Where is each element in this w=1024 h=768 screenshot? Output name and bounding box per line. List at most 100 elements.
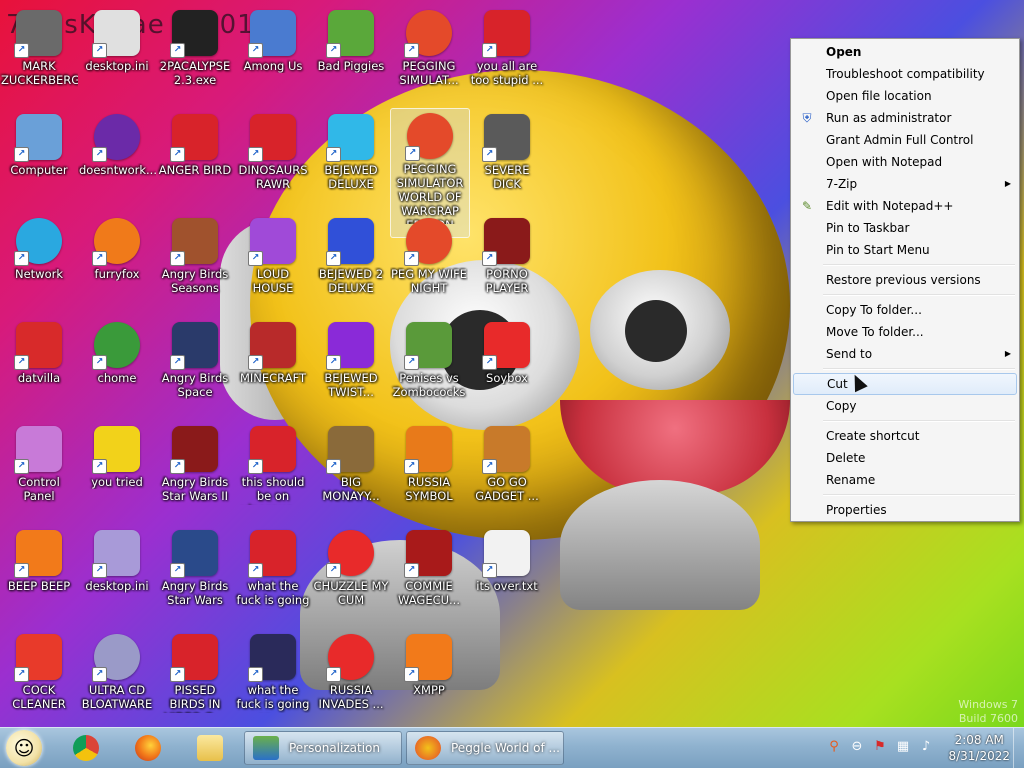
desktop-icon[interactable]: ↗ chome bbox=[78, 318, 156, 418]
menu-item-cut[interactable]: Cut bbox=[793, 373, 1017, 395]
menu-item-open-with-notepad[interactable]: Open with Notepad bbox=[793, 151, 1017, 173]
menu-item-grant-admin-full-control[interactable]: Grant Admin Full Control bbox=[793, 129, 1017, 151]
desktop-icon[interactable]: ↗ RUSSIA INVADES ... bbox=[312, 630, 390, 730]
menu-item-create-shortcut[interactable]: Create shortcut bbox=[793, 425, 1017, 447]
shortcut-arrow-icon: ↗ bbox=[14, 667, 29, 682]
desktop-icon-label: LOUD HOUSE bbox=[252, 267, 294, 295]
desktop-icon-label: MARK ZUCKERBERG bbox=[1, 59, 78, 87]
menu-item-pin-to-taskbar[interactable]: Pin to Taskbar bbox=[793, 217, 1017, 239]
menu-separator bbox=[823, 294, 1015, 296]
desktop-icon[interactable]: ↗ PEGGING SIMULAT... bbox=[390, 6, 468, 106]
desktop-icon[interactable]: ↗what the fuck is going on ... bbox=[234, 630, 312, 730]
desktop-icon[interactable]: ↗ LOUD HOUSE bbox=[234, 214, 312, 314]
menu-item-move-to-folder[interactable]: Move To folder... bbox=[793, 321, 1017, 343]
chuzzle-icon: ↗ bbox=[326, 530, 374, 578]
desktop-icon-label: furryfox bbox=[94, 267, 140, 281]
volume-icon[interactable]: ♪ bbox=[918, 739, 934, 755]
desktop-icon[interactable]: ↗ furryfox bbox=[78, 214, 156, 314]
desktop-icon[interactable]: ↗ BIG MONAYY... bbox=[312, 422, 390, 522]
desktop-icon[interactable]: ↗ desktop.ini bbox=[78, 6, 156, 106]
desktop-icon-label: what the fuck is going on ... bbox=[236, 683, 310, 713]
desktop-icon-label: CHUZZLE MY CUM bbox=[313, 579, 389, 607]
menu-item-copy-to-folder[interactable]: Copy To folder... bbox=[793, 299, 1017, 321]
desktop-icon[interactable]: ↗ Soybox bbox=[468, 318, 546, 418]
desktop-icon[interactable]: ↗ MARK ZUCKERBERG bbox=[0, 6, 78, 106]
desktop-icon[interactable]: ↗ BEEP BEEP bbox=[0, 526, 78, 626]
network-icon[interactable]: ▦ bbox=[895, 739, 911, 755]
taskbar-pin-explorer[interactable] bbox=[184, 731, 236, 765]
menu-item-restore-previous-versions[interactable]: Restore previous versions bbox=[793, 269, 1017, 291]
taskbar-clock[interactable]: 2:08 AM 8/31/2022 bbox=[948, 732, 1010, 764]
desktop-icon[interactable]: ↗ CHUZZLE MY CUM bbox=[312, 526, 390, 626]
start-button[interactable]: ☺ bbox=[6, 730, 42, 766]
taskbar-pin-chrome[interactable] bbox=[60, 731, 112, 765]
flag-icon[interactable]: ⚑ bbox=[872, 739, 888, 755]
taskbar-button-peggle[interactable]: Peggle World of ... bbox=[406, 731, 564, 765]
menu-item-7-zip[interactable]: 7-Zip ▶ bbox=[793, 173, 1017, 195]
desktop-icon[interactable]: ↗ COCK CLEANER bbox=[0, 630, 78, 730]
desktop-icon[interactable]: ↗ Angry Birds Space bbox=[156, 318, 234, 418]
desktop-icon[interactable]: ↗ XMPP bbox=[390, 630, 468, 730]
peggle-icon: ↗ bbox=[405, 113, 453, 161]
desktop-icon[interactable]: ↗ Computer bbox=[0, 110, 78, 210]
desktop-icon[interactable]: ↗ you tried bbox=[78, 422, 156, 522]
menu-item-open[interactable]: Open bbox=[793, 41, 1017, 63]
desktop-icon-label: SEVERE DICK bbox=[484, 163, 530, 191]
desktop-icon[interactable]: ↗ Angry Birds Star Wars bbox=[156, 526, 234, 626]
taskbar-button-personalization[interactable]: Personalization bbox=[244, 731, 402, 765]
desktop-icon[interactable]: ↗ BEJEWED 2 DELUXE bbox=[312, 214, 390, 314]
angry-bird-icon: ↗ bbox=[170, 634, 218, 682]
desktop-icon[interactable]: ↗ DINOSAURS RAWR bbox=[234, 110, 312, 210]
desktop-icon[interactable]: ↗ Network bbox=[0, 214, 78, 314]
desktop-icon[interactable]: ↗ you all are too stupid ... bbox=[468, 6, 546, 106]
desktop-icon[interactable]: ↗ doesntwork... bbox=[78, 110, 156, 210]
desktop-icon[interactable]: ↗PISSED BIRDS IN VIDEO G... bbox=[156, 630, 234, 730]
firefox-icon: ↗ bbox=[92, 218, 140, 266]
desktop-icon[interactable]: ↗ its over.txt bbox=[468, 526, 546, 626]
menu-item-troubleshoot-compatibility[interactable]: Troubleshoot compatibility bbox=[793, 63, 1017, 85]
desktop-icon[interactable]: ↗ BEJEWED DELUXE bbox=[312, 110, 390, 210]
desktop-icon[interactable]: ↗ Penises vs Zombococks bbox=[390, 318, 468, 418]
desktop-icon[interactable]: ↗ ULTRA CD BLOATWARE bbox=[78, 630, 156, 730]
menu-item-send-to[interactable]: Send to ▶ bbox=[793, 343, 1017, 365]
minus-circle-icon[interactable]: ⊖ bbox=[849, 739, 865, 755]
desktop-icon[interactable]: ↗ COMMIE WAGECU... bbox=[390, 526, 468, 626]
angry-bird-icon: ↗ bbox=[170, 426, 218, 474]
desktop-icon[interactable]: ↗ Among Us bbox=[234, 6, 312, 106]
desktop-icon[interactable]: ↗ ANGER BIRD bbox=[156, 110, 234, 210]
menu-item-rename[interactable]: Rename bbox=[793, 469, 1017, 491]
shortcut-arrow-icon: ↗ bbox=[326, 563, 341, 578]
menu-item-pin-to-start-menu[interactable]: Pin to Start Menu bbox=[793, 239, 1017, 261]
menu-item-label: Cut bbox=[827, 377, 848, 391]
menu-item-edit-with-notepad[interactable]: ✎ Edit with Notepad++ bbox=[793, 195, 1017, 217]
desktop-icon[interactable]: ↗ MINECRAFT bbox=[234, 318, 312, 418]
desktop-icon[interactable]: ↗ Angry Birds Star Wars II bbox=[156, 422, 234, 522]
desktop-icon[interactable]: ↗ SEVERE DICK bbox=[468, 110, 546, 210]
shortcut-arrow-icon: ↗ bbox=[14, 355, 29, 370]
desktop-icon[interactable]: ↗ Bad Piggies bbox=[312, 6, 390, 106]
desktop-icon[interactable]: ↗ PORNO PLAYER bbox=[468, 214, 546, 314]
desktop-icon[interactable]: ↗ datvilla bbox=[0, 318, 78, 418]
desktop-icon[interactable]: ↗ PEG MY WIFE NIGHT bbox=[390, 214, 468, 314]
desktop-icon[interactable]: ↗ 2PACALYPSE 2.3.exe bbox=[156, 6, 234, 106]
desktop-icon[interactable]: ↗this should be on vinesauc... bbox=[234, 422, 312, 522]
show-desktop-button[interactable] bbox=[1013, 728, 1024, 768]
watermark-line-2: Build 7600 bbox=[958, 712, 1018, 725]
xampp-icon: ↗ bbox=[404, 634, 452, 682]
desktop-icon[interactable]: ↗ desktop.ini bbox=[78, 526, 156, 626]
menu-item-copy[interactable]: Copy bbox=[793, 395, 1017, 417]
desktop-icon[interactable]: ↗ Control Panel bbox=[0, 422, 78, 522]
taskbar-pin-firefox[interactable] bbox=[122, 731, 174, 765]
desktop-icon[interactable]: ↗ GO GO GADGET ... bbox=[468, 422, 546, 522]
menu-item-open-file-location[interactable]: Open file location bbox=[793, 85, 1017, 107]
desktop-icon[interactable]: ↗ Angry Birds Seasons bbox=[156, 214, 234, 314]
desktop-icon[interactable]: ↗ RUSSIA SYMBOL bbox=[390, 422, 468, 522]
menu-item-properties[interactable]: Properties bbox=[793, 499, 1017, 521]
desktop-icon[interactable]: ↗what the fuck is going on ... bbox=[234, 526, 312, 626]
shortcut-arrow-icon: ↗ bbox=[482, 43, 497, 58]
desktop-icon[interactable]: ↗ BEJEWED TWIST... bbox=[312, 318, 390, 418]
submenu-arrow-icon: ▶ bbox=[1004, 349, 1011, 358]
search-icon[interactable]: ⚲ bbox=[826, 739, 842, 755]
menu-item-delete[interactable]: Delete bbox=[793, 447, 1017, 469]
menu-item-run-as-administrator[interactable]: ⛨ Run as administrator bbox=[793, 107, 1017, 129]
